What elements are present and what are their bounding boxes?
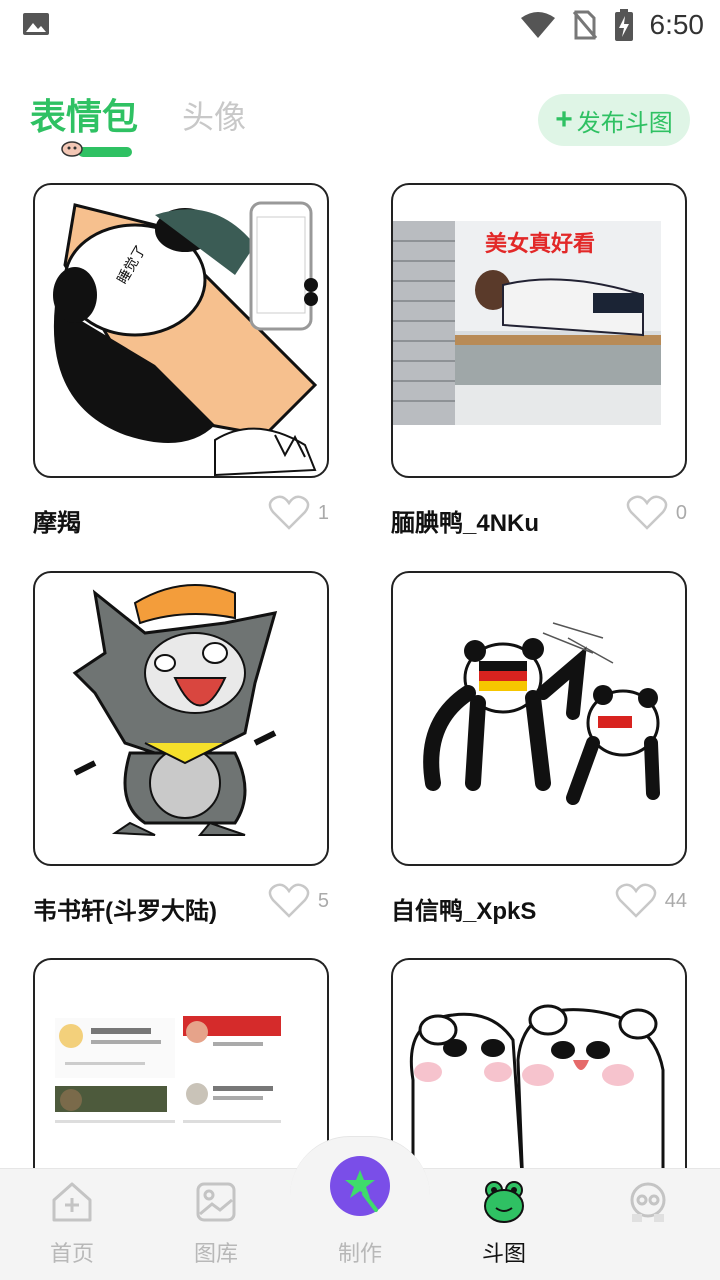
publish-button-label: 发布斗图 [576,109,673,137]
frog-icon [484,1181,524,1223]
battery-charging-icon [614,9,633,41]
meme-card[interactable]: 韦书轩(斗罗大陆) 5 [33,571,329,925]
nav-item-gallery[interactable]: 图库 [166,1180,266,1270]
nav-label: 图库 [193,1241,238,1266]
profile-icon [630,1182,666,1222]
nav-item-doutu[interactable]: 斗图 [454,1180,554,1270]
meme-image-bears[interactable] [391,958,687,1188]
meme-image-profile-cards[interactable] [33,958,329,1188]
tab-avatar[interactable]: 头像 [182,92,246,138]
image-caption: 美女真好看 [485,231,595,257]
meme-card[interactable]: 自信鸭_XpkS 44 [391,571,687,925]
like-count: 1 [317,501,329,524]
home-icon [52,1182,92,1222]
plus-icon: + [555,103,573,136]
meme-image-panda-slap[interactable] [391,571,687,866]
meme-card[interactable]: 美女真好看 腼腆鸭_4NKu 0 [391,183,687,537]
meme-title: 韦书轩(斗罗大陆) [33,898,217,925]
nav-label: 斗图 [481,1241,526,1266]
heart-icon [268,495,310,530]
nav-label: 制作 [337,1241,382,1266]
publish-button[interactable]: + 发布斗图 [538,94,690,146]
meme-title: 腼腆鸭_4NKu [391,510,540,537]
nav-item-home[interactable]: 首页 [22,1180,122,1270]
like-button[interactable]: 5 [268,883,329,919]
nav-label: 首页 [49,1241,94,1266]
heart-icon [268,883,310,918]
image-notification-icon [23,13,49,35]
like-button[interactable]: 0 [626,495,687,531]
meme-card[interactable] [33,958,329,1188]
meme-title: 摩羯 [33,510,81,537]
meme-image-wolf[interactable] [33,571,329,866]
like-button[interactable]: 44 [615,883,687,919]
heart-icon [626,495,668,530]
clock: 6:50 [649,9,705,40]
wifi-icon [520,12,555,38]
no-sim-icon [572,10,597,40]
meme-title: 自信鸭_XpkS [391,898,537,925]
like-count: 44 [664,889,687,912]
like-count: 5 [317,889,329,912]
like-count: 0 [675,501,687,524]
meme-image-photo[interactable]: 美女真好看 [391,183,687,478]
nav-item-profile[interactable] [598,1180,698,1270]
meme-card[interactable] [391,958,687,1188]
tab-emoji-pack[interactable]: 表情包 [30,88,138,140]
gallery-icon [196,1182,236,1222]
status-bar: 6:50 [0,0,720,50]
heart-icon [615,883,656,918]
like-button[interactable]: 1 [268,495,329,531]
meme-image-panda[interactable]: 睡觉了 [33,183,329,478]
meme-card[interactable]: 睡觉了 摩羯 1 [33,183,329,537]
tab-indicator-icon [61,141,132,157]
nav-item-make[interactable]: 制作 [310,1180,410,1270]
